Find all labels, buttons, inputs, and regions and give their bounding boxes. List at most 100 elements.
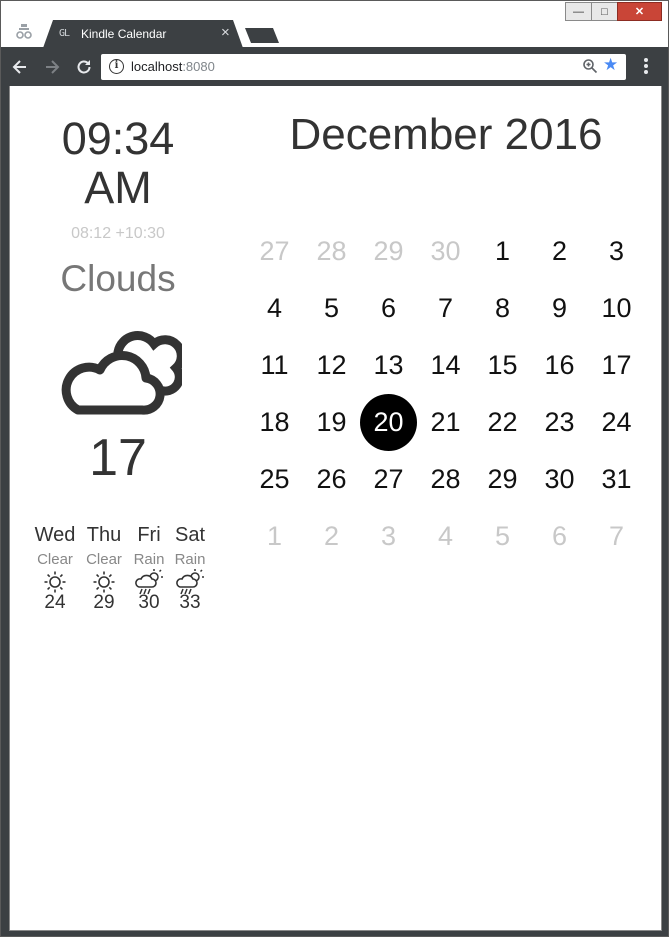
calendar-day-outside-month[interactable]: 3	[360, 508, 417, 565]
reload-icon	[77, 60, 91, 74]
calendar-day-outside-month[interactable]: 4	[417, 508, 474, 565]
calendar-day[interactable]: 3	[588, 223, 645, 280]
minimize-button[interactable]: —	[565, 2, 592, 21]
clouds-icon	[61, 331, 182, 415]
forecast-condition: Clear	[86, 551, 122, 568]
calendar-day[interactable]: 5	[303, 280, 360, 337]
back-button[interactable]	[9, 56, 31, 78]
url-host: localhost	[131, 59, 183, 74]
forecast-day-name: Fri	[137, 524, 161, 546]
calendar-day-outside-month[interactable]: 1	[246, 508, 303, 565]
forecast-day-name: Sat	[174, 524, 206, 546]
calendar-day-outside-month[interactable]: 5	[474, 508, 531, 565]
calendar-day-outside-month[interactable]: 7	[588, 508, 645, 565]
calendar-day[interactable]: 31	[588, 451, 645, 508]
new-tab-button[interactable]	[245, 28, 279, 43]
maximize-button[interactable]: □	[591, 2, 618, 21]
clock-hours: 09:34	[61, 113, 175, 164]
page-viewport: 09:34 AM 08:12 +10:30 Clouds 17 Wed Clear…	[9, 86, 662, 931]
calendar-day[interactable]: 4	[246, 280, 303, 337]
forecast-day: Sat Rain 33	[170, 524, 210, 614]
calendar-day[interactable]: 18	[246, 394, 303, 451]
clock-time: 09:34 AM	[18, 114, 218, 212]
calendar-day[interactable]: 7	[417, 280, 474, 337]
background-tabs	[283, 26, 663, 46]
calendar-day[interactable]: 12	[303, 337, 360, 394]
calendar-day[interactable]: 25	[246, 451, 303, 508]
forward-arrow-icon	[46, 60, 60, 74]
calendar-day[interactable]: 27	[360, 451, 417, 508]
forward-button[interactable]	[41, 56, 63, 78]
forecast-day-name: Thu	[86, 524, 122, 546]
calendar-day[interactable]: 13	[360, 337, 417, 394]
title-bar: GL Kindle Calendar × — □ ✕	[1, 1, 668, 48]
calendar-day-outside-month[interactable]: 6	[531, 508, 588, 565]
calendar-day-outside-month[interactable]: 29	[360, 223, 417, 280]
url-port: :8080	[182, 59, 215, 74]
forecast-temperature: 24	[44, 592, 66, 613]
secondary-time: 08:12 +10:30	[71, 225, 165, 242]
forecast-day: Fri Rain 30	[128, 524, 170, 614]
minimize-icon: —	[573, 5, 584, 18]
forecast-temperature: 29	[93, 592, 115, 613]
calendar-day[interactable]: 17	[588, 337, 645, 394]
calendar-day[interactable]: 8	[474, 280, 531, 337]
tab-close-icon[interactable]: ×	[221, 24, 230, 41]
tab-kindle-calendar[interactable]: GL Kindle Calendar ×	[43, 20, 243, 48]
calendar-day[interactable]: 14	[417, 337, 474, 394]
calendar-day[interactable]: 26	[303, 451, 360, 508]
calendar-day[interactable]: 11	[246, 337, 303, 394]
calendar-day[interactable]: 30	[531, 451, 588, 508]
calendar-day[interactable]: 29	[474, 451, 531, 508]
current-temperature: 17	[89, 429, 147, 487]
calendar-day[interactable]: 24	[588, 394, 645, 451]
calendar-day-today[interactable]: 20	[360, 394, 417, 451]
info-icon[interactable]: i	[109, 59, 124, 74]
forecast-temperature: 30	[138, 592, 160, 613]
profile-icon[interactable]	[15, 23, 33, 41]
calendar-day[interactable]: 2	[531, 223, 588, 280]
back-arrow-icon	[12, 60, 26, 74]
calendar-day-outside-month[interactable]: 28	[303, 223, 360, 280]
forecast-condition: Rain	[174, 551, 206, 568]
clock-period: AM	[84, 162, 152, 213]
calendar-day[interactable]: 1	[474, 223, 531, 280]
tab-favicon: GL	[59, 28, 70, 39]
today-highlight: 20	[360, 394, 417, 451]
weather-condition: Clouds	[60, 258, 176, 299]
calendar-day-outside-month[interactable]: 30	[417, 223, 474, 280]
zoom-icon[interactable]	[582, 58, 598, 74]
calendar-day[interactable]: 21	[417, 394, 474, 451]
star-icon[interactable]: ★	[603, 55, 618, 75]
menu-icon[interactable]	[639, 56, 653, 78]
calendar-day[interactable]: 9	[531, 280, 588, 337]
close-window-button[interactable]: ✕	[617, 2, 662, 21]
browser-toolbar: i localhost:8080 ★	[1, 48, 668, 86]
calendar-day[interactable]: 10	[588, 280, 645, 337]
calendar-grid: 27 28 29 30 1 2 3 4 5 6 7 8 9 10 11 12 13 14 15 16 17 18 19 20 2…	[246, 223, 645, 565]
forecast-strip: Wed Clear 24 Thu Clear 29 Fri Rain 30 Sat Rain 33	[30, 524, 210, 614]
forecast-condition: Clear	[37, 551, 73, 568]
maximize-icon: □	[601, 5, 608, 18]
tab-title: Kindle Calendar	[81, 27, 167, 41]
window-controls: — □ ✕	[565, 2, 662, 21]
reload-button[interactable]	[73, 56, 95, 78]
forecast-temperature: 33	[179, 592, 201, 613]
calendar-day[interactable]: 19	[303, 394, 360, 451]
calendar-day[interactable]: 22	[474, 394, 531, 451]
calendar-day[interactable]: 16	[531, 337, 588, 394]
forecast-condition: Rain	[133, 551, 165, 568]
calendar-day-outside-month[interactable]: 27	[246, 223, 303, 280]
calendar-day-outside-month[interactable]: 2	[303, 508, 360, 565]
calendar-day[interactable]: 6	[360, 280, 417, 337]
calendar-day[interactable]: 23	[531, 394, 588, 451]
month-title: December 2016	[289, 110, 603, 159]
address-bar[interactable]: i localhost:8080 ★	[101, 54, 626, 80]
forecast-day: Wed Clear 24	[30, 524, 80, 614]
forecast-day: Thu Clear 29	[80, 524, 128, 614]
browser-window: GL Kindle Calendar × — □ ✕ i localhost:8…	[0, 0, 669, 937]
close-icon: ✕	[634, 6, 645, 18]
calendar-day[interactable]: 15	[474, 337, 531, 394]
calendar-day[interactable]: 28	[417, 451, 474, 508]
forecast-day-name: Wed	[34, 524, 76, 546]
